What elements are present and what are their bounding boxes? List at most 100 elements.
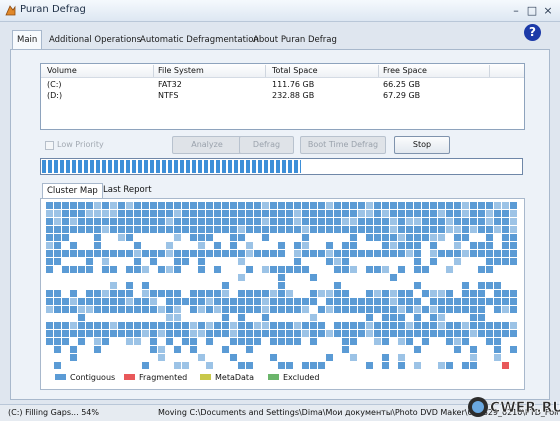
cluster-block — [54, 306, 61, 313]
minimize-icon[interactable]: – — [508, 4, 524, 18]
cluster-block — [486, 226, 493, 233]
cluster-block — [166, 290, 173, 297]
cluster-block — [222, 346, 229, 353]
cluster-block — [494, 354, 501, 361]
cluster-block — [390, 202, 397, 209]
cluster-block — [126, 306, 133, 313]
cluster-block — [70, 210, 77, 217]
cluster-block — [326, 298, 333, 305]
cluster-block — [70, 330, 77, 337]
column-total-space[interactable]: Total Space — [272, 66, 318, 75]
cluster-block — [494, 322, 501, 329]
column-free-space[interactable]: Free Space — [383, 66, 427, 75]
cluster-block — [302, 242, 309, 249]
cluster-block — [302, 226, 309, 233]
tab-about[interactable]: About Puran Defrag — [249, 31, 341, 50]
cluster-block — [318, 330, 325, 337]
cluster-block — [206, 322, 213, 329]
close-icon[interactable]: × — [540, 4, 556, 18]
maximize-icon[interactable]: □ — [524, 4, 540, 18]
cluster-block — [374, 306, 381, 313]
cluster-block — [494, 298, 501, 305]
cluster-block — [158, 218, 165, 225]
cluster-block — [358, 298, 365, 305]
cluster-block — [182, 210, 189, 217]
cluster-block — [486, 266, 493, 273]
cluster-block — [382, 330, 389, 337]
cluster-block — [350, 322, 357, 329]
cluster-block — [502, 250, 509, 257]
cluster-block — [398, 250, 405, 257]
cluster-block — [510, 298, 517, 305]
cluster-block — [126, 338, 133, 345]
cluster-block — [278, 330, 285, 337]
volume-list[interactable]: Volume File System Total Space Free Spac… — [40, 63, 525, 130]
cluster-block — [358, 250, 365, 257]
cluster-block — [118, 226, 125, 233]
cluster-block — [262, 298, 269, 305]
cluster-block — [142, 226, 149, 233]
cluster-block — [150, 202, 157, 209]
cluster-block — [430, 242, 437, 249]
cluster-block — [118, 330, 125, 337]
cluster-block — [470, 202, 477, 209]
cluster-block — [374, 322, 381, 329]
volume-total-space: 111.76 GB — [272, 80, 315, 89]
cluster-block — [190, 234, 197, 241]
cluster-block — [62, 266, 69, 273]
cluster-block — [342, 250, 349, 257]
boot-time-defrag-button[interactable]: Boot Time Defrag — [300, 136, 386, 154]
cluster-block — [102, 298, 109, 305]
cluster-block — [190, 346, 197, 353]
stop-button[interactable]: Stop — [394, 136, 450, 154]
cluster-block — [46, 250, 53, 257]
watermark-logo: CWER.RU — [468, 397, 560, 417]
cluster-block — [430, 250, 437, 257]
cluster-block — [318, 218, 325, 225]
cluster-block — [366, 218, 373, 225]
cluster-block — [150, 330, 157, 337]
cluster-block — [102, 290, 109, 297]
analyze-button[interactable]: Analyze — [172, 136, 242, 154]
volume-row[interactable]: (C:) FAT32 111.76 GB 66.25 GB — [41, 80, 524, 90]
cluster-block — [358, 218, 365, 225]
cluster-block — [86, 218, 93, 225]
tab-last-report[interactable]: Last Report — [99, 183, 156, 199]
help-icon[interactable]: ? — [524, 24, 541, 41]
cluster-block — [238, 250, 245, 257]
low-priority-checkbox[interactable] — [45, 141, 54, 150]
cluster-block — [278, 290, 285, 297]
cluster-block — [310, 290, 317, 297]
cluster-block — [510, 322, 517, 329]
cluster-block — [150, 322, 157, 329]
cluster-block — [422, 202, 429, 209]
column-file-system[interactable]: File System — [158, 66, 204, 75]
cluster-block — [126, 282, 133, 289]
cluster-block — [422, 322, 429, 329]
tab-cluster-map[interactable]: Cluster Map — [42, 183, 103, 199]
cluster-block — [62, 330, 69, 337]
cluster-block — [62, 338, 69, 345]
cluster-block — [294, 218, 301, 225]
cluster-block — [366, 330, 373, 337]
cluster-block — [438, 202, 445, 209]
cluster-block — [310, 338, 317, 345]
tab-main[interactable]: Main — [12, 30, 43, 50]
column-volume[interactable]: Volume — [47, 66, 77, 75]
tab-automatic-defragmentation[interactable]: Automatic Defragmentation — [136, 31, 263, 50]
tab-additional-operations[interactable]: Additional Operations — [45, 31, 145, 50]
cluster-block — [54, 250, 61, 257]
defrag-button[interactable]: Defrag — [239, 136, 294, 154]
cluster-block — [246, 266, 253, 273]
cluster-block — [46, 258, 53, 265]
cluster-block — [150, 226, 157, 233]
cluster-block — [430, 298, 437, 305]
cluster-block — [366, 202, 373, 209]
cluster-block — [86, 258, 93, 265]
cluster-block — [238, 306, 245, 313]
cluster-block — [510, 250, 517, 257]
svg-text:CWER.RU: CWER.RU — [490, 400, 560, 416]
cluster-block — [214, 322, 221, 329]
volume-row[interactable]: (D:) NTFS 232.88 GB 67.29 GB — [41, 91, 524, 101]
cluster-block — [230, 306, 237, 313]
